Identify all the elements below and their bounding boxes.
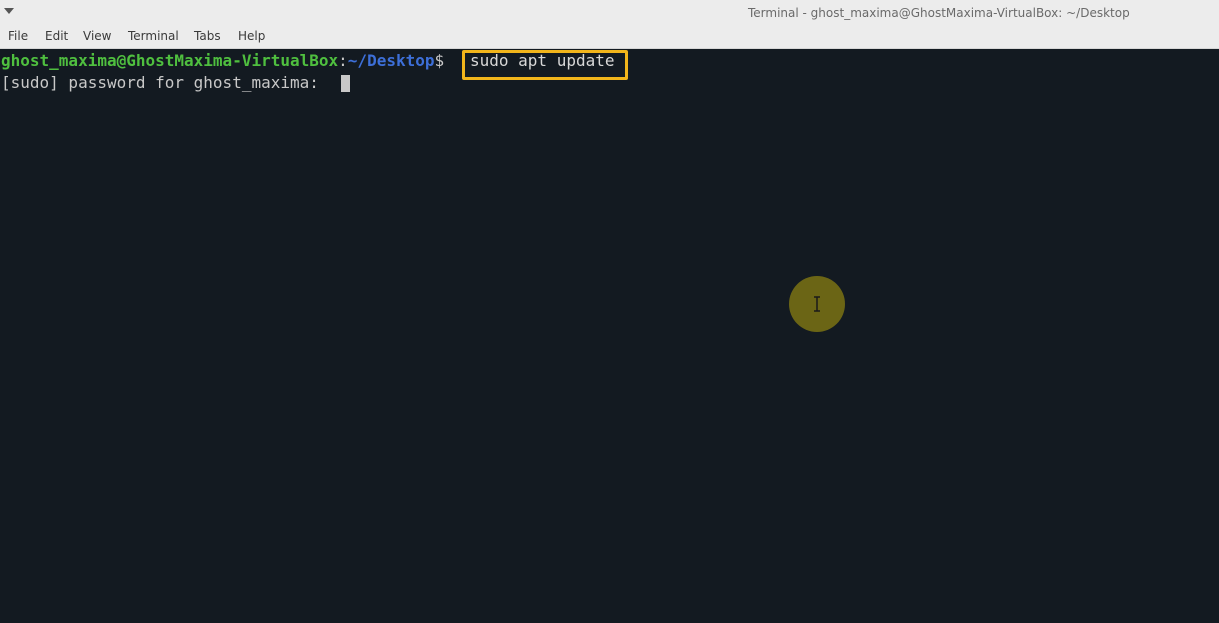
prompt-user-host: ghost_maxima@GhostMaxima-VirtualBox — [1, 51, 339, 70]
menu-view[interactable]: View — [83, 29, 111, 43]
menu-terminal[interactable]: Terminal — [128, 29, 179, 43]
window-title: Terminal - ghost_maxima@GhostMaxima-Virt… — [748, 6, 1130, 20]
terminal-output[interactable]: ghost_maxima@GhostMaxima-VirtualBox:~/De… — [0, 49, 1219, 623]
window-menu-button[interactable] — [4, 8, 14, 16]
sudo-password-prompt: [sudo] password for ghost_maxima: — [1, 73, 329, 92]
prompt-colon: : — [338, 51, 348, 70]
i-beam-cursor-icon — [814, 296, 820, 312]
prompt-symbol: $ — [434, 51, 445, 70]
mouse-click-indicator — [789, 276, 845, 332]
menu-tabs[interactable]: Tabs — [194, 29, 221, 43]
title-bar[interactable]: Terminal - ghost_maxima@GhostMaxima-Virt… — [0, 0, 1219, 26]
menu-edit[interactable]: Edit — [45, 29, 68, 43]
prompt-path: ~/Desktop — [347, 51, 435, 70]
triangle-down-icon — [4, 8, 14, 14]
command-text: sudo apt update — [470, 51, 615, 70]
menu-help[interactable]: Help — [238, 29, 265, 43]
terminal-window: Terminal - ghost_maxima@GhostMaxima-Virt… — [0, 0, 1219, 623]
terminal-cursor — [341, 75, 350, 92]
menu-file[interactable]: File — [8, 29, 28, 43]
menu-bar: File Edit View Terminal Tabs Help — [0, 26, 1219, 49]
prompt-line: ghost_maxima@GhostMaxima-VirtualBox:~/De… — [1, 50, 444, 72]
